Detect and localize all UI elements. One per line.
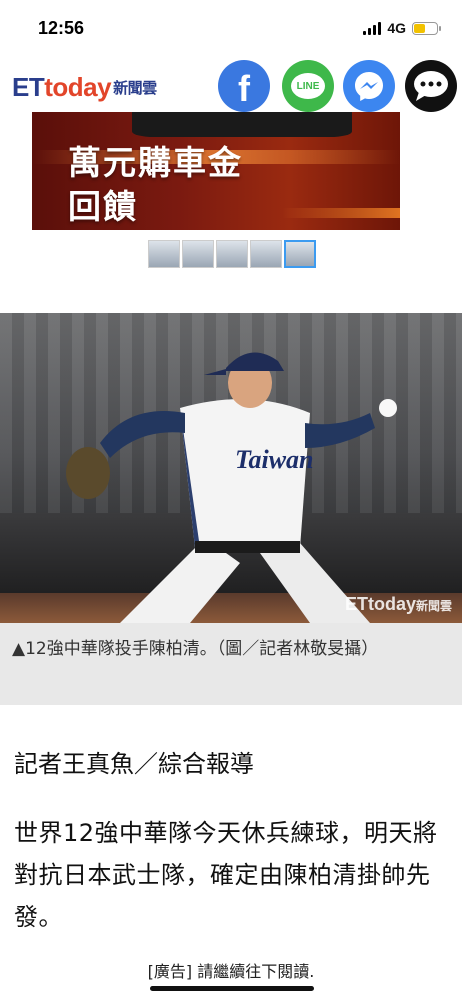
watermark-text: ETtoday [344, 594, 416, 614]
site-header: ETtoday 新聞雲 f LINE [0, 58, 462, 114]
line-icon-label: LINE [296, 80, 320, 92]
network-label: 4G [387, 20, 406, 36]
ad-car-image [132, 112, 352, 137]
comment-share-button[interactable] [405, 60, 457, 112]
caption-text: ▲12強中華隊投手陳柏清。（圖／記者林敬旻攝） [12, 639, 379, 659]
ad-thumbnail-active[interactable] [284, 240, 316, 268]
ad-thumbnail[interactable] [216, 240, 248, 268]
ad-light-stripe-2 [282, 208, 400, 218]
signal-icon [363, 21, 382, 35]
pitcher-figure: Taiwan [66, 352, 397, 623]
ad-banner[interactable]: 萬元購車金 回饋 [32, 112, 400, 230]
status-indicators: 4G [363, 20, 441, 36]
battery-icon [412, 21, 441, 35]
photo-watermark: ETtoday新聞雲 [345, 594, 452, 615]
logo-sub: 新聞雲 [113, 80, 157, 98]
ad-thumbnail[interactable] [148, 240, 180, 268]
line-icon: LINE [291, 73, 325, 99]
article-byline: 記者王真魚／綜合報導 [14, 750, 254, 778]
article-lead-paragraph: 世界12強中華隊今天休兵練球，明天將對抗日本武士隊，確定由陳柏清掛帥先發。 [14, 819, 438, 931]
home-indicator[interactable] [150, 986, 314, 991]
line-share-button[interactable]: LINE [282, 60, 334, 112]
status-time: 12:56 [38, 18, 85, 38]
facebook-icon: f [238, 68, 250, 109]
ad-headline-2: 回饋 [68, 187, 138, 226]
photo-caption: ▲12強中華隊投手陳柏清。（圖／記者林敬旻攝） [0, 623, 462, 705]
logo-et: ET [12, 72, 45, 102]
watermark-sub: 新聞雲 [415, 599, 452, 613]
ad-continue-notice: [廣告] 請繼續往下閱讀. [147, 962, 315, 981]
ad-headline-1: 萬元購車金 [68, 143, 243, 182]
ad-carousel-thumbnails [148, 240, 316, 268]
chat-bubble-icon [414, 71, 448, 101]
facebook-share-button[interactable]: f [218, 60, 270, 112]
status-bar: 12:56 4G [0, 0, 462, 58]
article-photo[interactable]: Taiwan ETtoday新聞雲 [0, 313, 462, 623]
messenger-icon [355, 72, 383, 101]
logo-today: today [44, 72, 112, 102]
messenger-share-button[interactable] [343, 60, 395, 112]
ad-thumbnail[interactable] [250, 240, 282, 268]
ettoday-logo[interactable]: ETtoday 新聞雲 [12, 74, 157, 102]
ad-thumbnail[interactable] [182, 240, 214, 268]
svg-text:Taiwan: Taiwan [235, 445, 314, 474]
